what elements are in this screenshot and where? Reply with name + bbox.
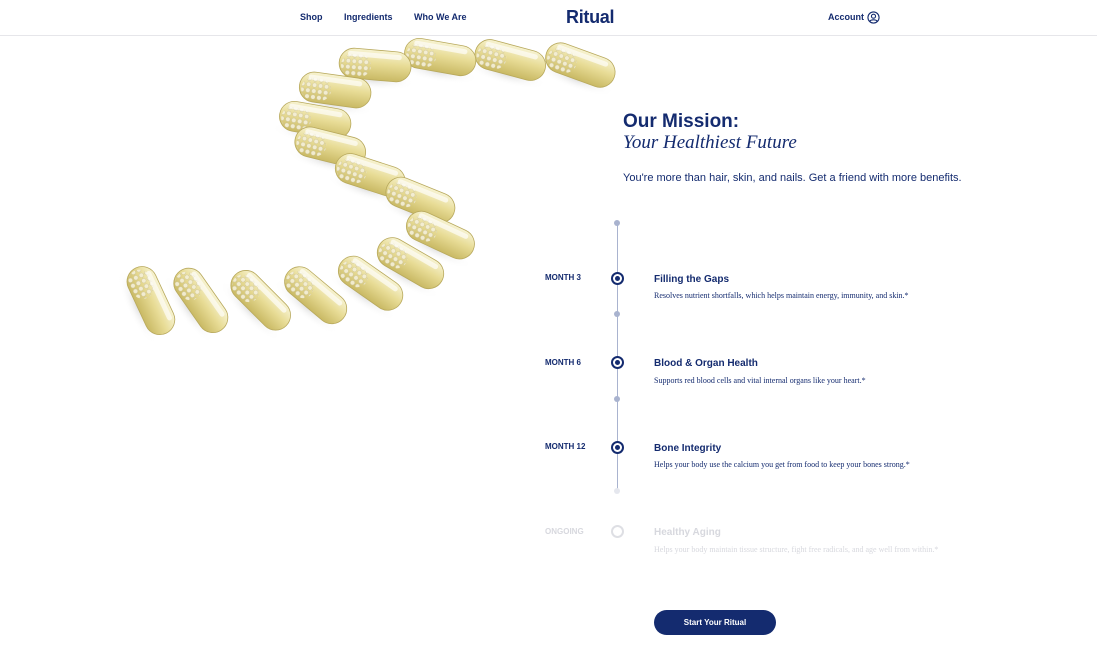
vitamin-capsules-image: [109, 36, 620, 350]
nav-who-we-are[interactable]: Who We Are: [414, 12, 467, 22]
start-your-ritual-button[interactable]: Start Your Ritual: [654, 610, 776, 635]
milestone-title: Filling the Gaps: [654, 274, 730, 285]
site-header: Shop Ingredients Who We Are Ritual Accou…: [0, 0, 1097, 36]
milestone-month: ONGOING: [545, 527, 584, 536]
milestone-title: Blood & Organ Health: [654, 358, 758, 369]
milestone-marker-icon: [611, 441, 624, 454]
timeline-dot: [614, 396, 620, 402]
nav-ingredients[interactable]: Ingredients: [344, 12, 393, 22]
ritual-logo[interactable]: Ritual: [566, 7, 615, 28]
milestone-description: Helps your body use the calcium you get …: [654, 460, 910, 469]
milestone-marker-icon: [611, 272, 624, 285]
account-link[interactable]: Account: [828, 12, 864, 22]
mission-title: Our Mission:: [623, 111, 740, 132]
timeline-dot: [614, 220, 620, 226]
milestone-title: Healthy Aging: [654, 527, 721, 538]
milestone-month: MONTH 3: [545, 273, 581, 282]
timeline-dot: [614, 488, 620, 494]
milestone-title: Bone Integrity: [654, 443, 722, 454]
milestone-month: MONTH 6: [545, 358, 581, 367]
user-circle-icon[interactable]: [867, 11, 880, 24]
milestone-description: Resolves nutrient shortfalls, which help…: [654, 291, 909, 300]
milestone-description: Supports red blood cells and vital inter…: [654, 376, 866, 385]
milestone-marker-icon: [611, 356, 624, 369]
timeline-dot: [614, 311, 620, 317]
nav-shop[interactable]: Shop: [300, 12, 323, 22]
mission-subtitle: Your Healthiest Future: [623, 132, 797, 153]
milestone-marker-icon: [611, 525, 624, 538]
milestone-description: Helps your body maintain tissue structur…: [654, 545, 939, 554]
mission-description: You're more than hair, skin, and nails. …: [623, 172, 962, 184]
milestone-month: MONTH 12: [545, 442, 586, 451]
